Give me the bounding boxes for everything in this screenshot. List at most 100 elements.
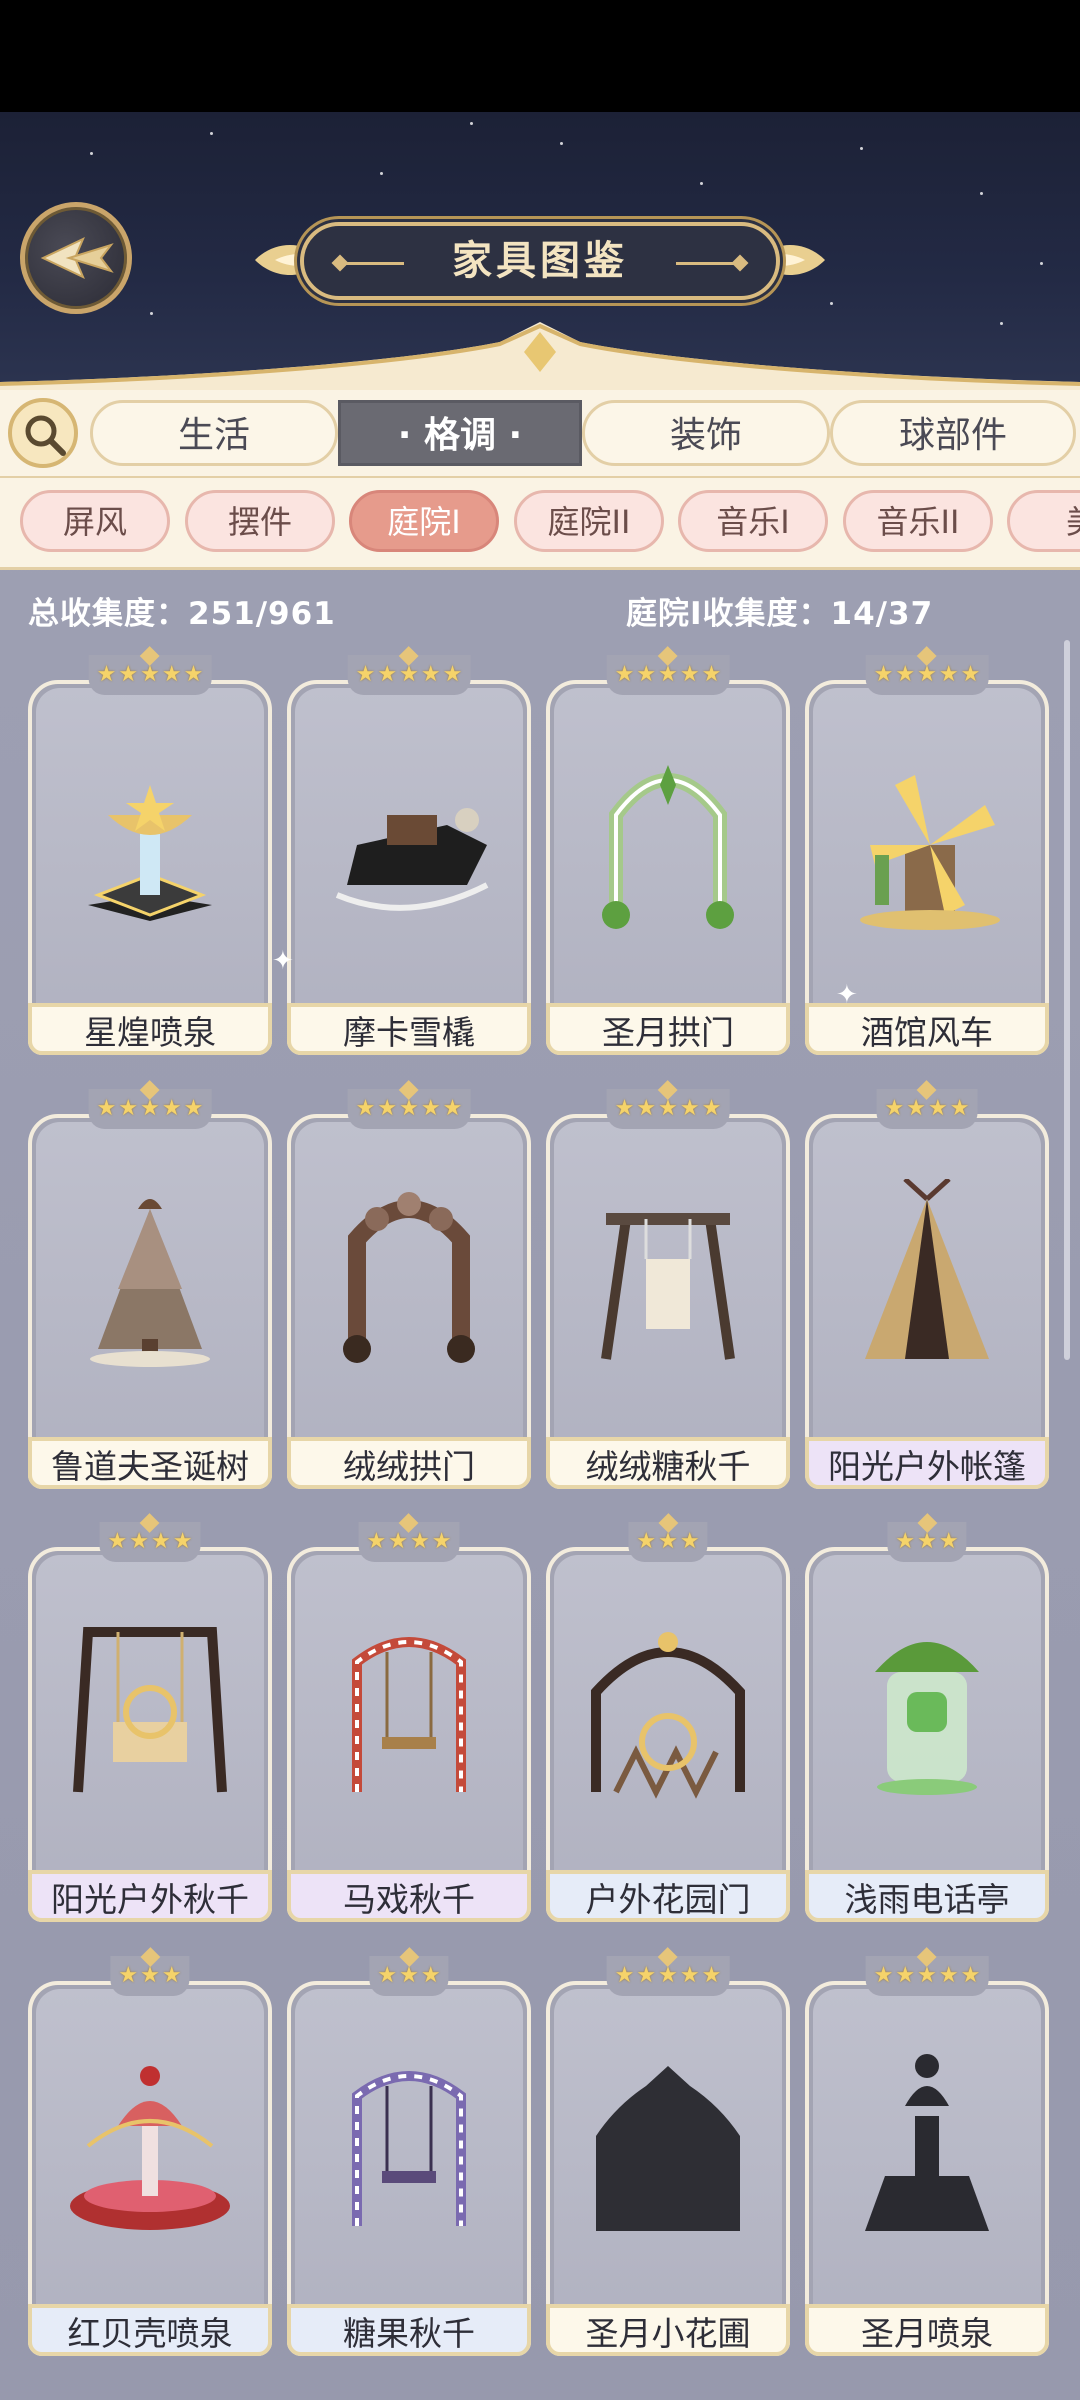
star-icon: ★ [388, 1529, 408, 1554]
silhouette-fountain-thumbnail [865, 2054, 989, 2231]
furniture-card[interactable]: ★ ★ ★ 糖果秋千 [287, 1956, 531, 2356]
furniture-card[interactable]: ★ ★ ★ ★ ★ 星煌喷泉 [28, 655, 272, 1055]
subtab-beauty[interactable]: 美 [1007, 490, 1080, 552]
total-collection: 总收集度：251/961 [28, 596, 336, 632]
subtab-screen[interactable]: 屏风 [20, 490, 170, 552]
furniture-card[interactable]: ★ ★ ★ ★ ★ 绒绒糖秋千 [546, 1089, 790, 1489]
furniture-card[interactable]: ★ ★ ★ ★ 马戏秋千 [287, 1522, 531, 1922]
fountain-thumbnail [88, 785, 212, 921]
star-icon: ★ [636, 1529, 657, 1554]
card-name: 阳光户外帐篷 [805, 1437, 1049, 1489]
star-icon: ★ [442, 662, 463, 687]
star-icon: ★ [355, 1096, 376, 1121]
star-icon: ★ [614, 662, 635, 687]
star-icon: ★ [906, 1096, 926, 1121]
star-icon: ★ [938, 1529, 959, 1554]
rarity-stars: ★ ★ ★ [628, 1522, 708, 1562]
silhouette-garden-thumbnail [596, 2066, 740, 2231]
card-name: 圣月喷泉 [805, 2304, 1049, 2356]
card-name: 摩卡雪橇 [287, 1003, 531, 1055]
subtab-courtyard-1[interactable]: 庭院I [349, 490, 499, 552]
star-icon: ★ [884, 1096, 905, 1121]
star-icon: ★ [151, 1529, 171, 1554]
back-arrow-icon [40, 236, 114, 280]
star-icon: ★ [614, 1963, 635, 1988]
rarity-stars: ★ ★ ★ [369, 1956, 449, 1996]
tab-life[interactable]: 生活 [90, 400, 338, 466]
swing-sun-thumbnail [73, 1627, 227, 1793]
title-plate: 家具图鉴 [300, 222, 780, 300]
rarity-stars: ★ ★ ★ ★ ★ [865, 1956, 989, 1996]
star-icon: ★ [960, 662, 981, 687]
furniture-card[interactable]: ★ ★ ★ ★ ★ 摩卡雪橇 [287, 655, 531, 1055]
star-icon: ★ [636, 1096, 657, 1121]
furniture-card[interactable]: ★ ★ ★ ★ ★ 圣月小花圃 [546, 1956, 790, 2356]
star-icon: ★ [938, 662, 959, 687]
search-icon [25, 415, 66, 456]
card-name: 绒绒糖秋千 [546, 1437, 790, 1489]
subtab-ornament[interactable]: 摆件 [185, 490, 335, 552]
tab-decoration[interactable]: 装饰 [582, 400, 830, 466]
star-icon: ★ [679, 1096, 700, 1121]
furniture-card[interactable]: ★ ★ ★ 户外花园门 [546, 1522, 790, 1922]
rarity-stars: ★ ★ ★ ★ ★ [865, 655, 989, 695]
star-icon: ★ [140, 1096, 160, 1121]
star-icon: ★ [938, 1963, 959, 1988]
rarity-stars: ★ ★ ★ ★ ★ [88, 1089, 212, 1129]
rarity-stars: ★ ★ ★ ★ [358, 1522, 460, 1562]
star-icon: ★ [399, 1963, 419, 1988]
rarity-stars: ★ ★ ★ ★ [99, 1522, 201, 1562]
furniture-card[interactable]: ★ ★ ★ 红贝壳喷泉 [28, 1956, 272, 2356]
star-icon: ★ [679, 1529, 700, 1554]
card-name: 马戏秋千 [287, 1870, 531, 1922]
swing-frame-thumbnail [601, 1213, 735, 1360]
star-icon: ★ [917, 1963, 937, 1988]
star-icon: ★ [960, 1963, 981, 1988]
subtab-music-1[interactable]: 音乐I [678, 490, 828, 552]
star-icon: ★ [96, 1096, 117, 1121]
star-icon: ★ [140, 1963, 160, 1988]
shell-fountain-thumbnail [70, 2066, 230, 2230]
star-icon: ★ [701, 1963, 722, 1988]
tent-thumbnail [865, 1179, 989, 1359]
furniture-card[interactable]: ★ ★ ★ 浅雨电话亭 [805, 1522, 1049, 1922]
tree-thumbnail [90, 1199, 210, 1367]
star-icon: ★ [399, 1096, 419, 1121]
header: 家具图鉴 [0, 112, 1080, 390]
star-icon: ★ [701, 662, 722, 687]
arch-brown-thumbnail [343, 1192, 475, 1363]
rarity-stars: ★ ★ ★ ★ [876, 1089, 978, 1129]
star-icon: ★ [161, 662, 182, 687]
scrollbar[interactable] [1064, 640, 1070, 1360]
star-icon: ★ [658, 1529, 678, 1554]
windmill-thumbnail [860, 775, 1000, 930]
furniture-card[interactable]: ★ ★ ★ ★ 阳光户外秋千 [28, 1522, 272, 1922]
subtab-music-2[interactable]: 音乐II [843, 490, 993, 552]
rarity-stars: ★ ★ ★ [887, 1522, 967, 1562]
star-icon: ★ [140, 662, 160, 687]
furniture-card[interactable]: ★ ★ ★ ★ ★ 鲁道夫圣诞树 [28, 1089, 272, 1489]
subtab-courtyard-2[interactable]: 庭院II [514, 490, 664, 552]
card-name: 户外花园门 [546, 1870, 790, 1922]
page-title: 家具图鉴 [452, 238, 628, 284]
card-name: 鲁道夫圣诞树 [28, 1437, 272, 1489]
tab-ball-parts[interactable]: 球部件 [830, 400, 1076, 466]
star-icon: ★ [614, 1096, 635, 1121]
furniture-card[interactable]: ★ ★ ★ ★ ★ 圣月喷泉 [805, 1956, 1049, 2356]
star-icon: ★ [636, 662, 657, 687]
search-button[interactable] [8, 398, 78, 468]
furniture-card[interactable]: ★ ★ ★ ★ ★ 绒绒拱门 [287, 1089, 531, 1489]
star-icon: ★ [107, 1529, 128, 1554]
star-icon: ★ [442, 1096, 463, 1121]
star-icon: ★ [377, 1096, 398, 1121]
rarity-stars: ★ ★ ★ [110, 1956, 190, 1996]
back-button[interactable] [20, 202, 132, 314]
tab-style[interactable]: · 格调 · [338, 400, 582, 466]
furniture-card[interactable]: ★ ★ ★ ★ 阳光户外帐篷 [805, 1089, 1049, 1489]
garden-gate-thumbnail [591, 1632, 745, 1799]
star-icon: ★ [679, 662, 700, 687]
star-icon: ★ [636, 1963, 657, 1988]
star-icon: ★ [377, 662, 398, 687]
star-icon: ★ [118, 1963, 139, 1988]
furniture-card[interactable]: ★ ★ ★ ★ ★ 圣月拱门 [546, 655, 790, 1055]
